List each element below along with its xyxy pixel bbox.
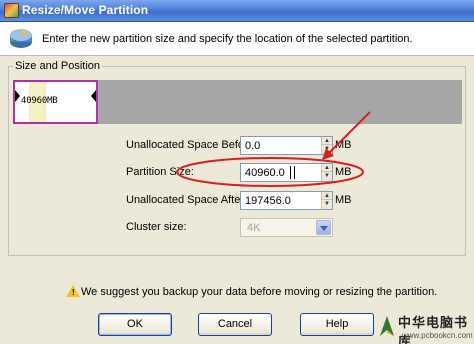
cancel-button[interactable]: Cancel — [198, 313, 272, 336]
partition-block[interactable]: 40960MB — [13, 80, 98, 124]
after-unit: MB — [335, 194, 352, 206]
chevron-down-icon — [320, 226, 328, 231]
disk-map[interactable]: 40960MB — [13, 80, 462, 124]
cluster-size-select[interactable]: 4K — [240, 218, 333, 237]
resize-handle-right[interactable] — [91, 90, 96, 102]
size-unit: MB — [335, 166, 352, 178]
text-cursor-icon — [290, 166, 295, 179]
spin-down-icon[interactable]: ▼ — [322, 172, 332, 180]
before-label: Unallocated Space Before: — [126, 139, 257, 151]
warning-text: We suggest you backup your data before m… — [81, 286, 438, 298]
cluster-label: Cluster size: — [126, 221, 187, 233]
after-spinbox[interactable]: 197456.0 ▲ ▼ — [240, 191, 333, 210]
ok-button[interactable]: OK — [98, 313, 172, 336]
title-bar[interactable]: Resize/Move Partition — [0, 0, 474, 22]
window-title: Resize/Move Partition — [22, 3, 149, 17]
size-spin-buttons[interactable]: ▲ ▼ — [321, 164, 332, 181]
spin-up-icon[interactable]: ▲ — [322, 164, 332, 172]
before-spinbox[interactable]: 0.0 ▲ ▼ — [240, 136, 333, 155]
cluster-size-value: 4K — [247, 222, 261, 234]
size-value[interactable]: 40960.0 — [245, 167, 285, 179]
dropdown-button[interactable] — [316, 220, 331, 235]
size-spinbox[interactable]: 40960.0 ▲ ▼ — [240, 163, 333, 182]
partition-size-label: 40960MB — [21, 96, 58, 106]
size-label: Partition Size: — [126, 166, 194, 178]
after-value[interactable]: 197456.0 — [245, 195, 291, 207]
group-label: Size and Position — [13, 60, 102, 72]
watermark-logo-icon — [380, 316, 394, 336]
spin-down-icon[interactable]: ▼ — [322, 145, 332, 153]
watermark: 中华电脑书库 www.pcbookcn.com — [376, 312, 473, 344]
partition-resize-icon — [10, 29, 32, 48]
dialog-header: Enter the new partition size and specify… — [0, 22, 474, 56]
spin-up-icon[interactable]: ▲ — [322, 192, 332, 200]
instruction-text: Enter the new partition size and specify… — [42, 33, 413, 45]
after-label: Unallocated Space After: — [126, 194, 248, 206]
before-unit: MB — [335, 139, 352, 151]
before-value[interactable]: 0.0 — [245, 140, 260, 152]
watermark-url: www.pcbookcn.com — [402, 331, 473, 340]
spin-up-icon[interactable]: ▲ — [322, 137, 332, 145]
resize-handle-left[interactable] — [15, 90, 20, 102]
warning-mark: ! — [72, 288, 75, 297]
spin-down-icon[interactable]: ▼ — [322, 200, 332, 208]
resize-move-dialog: Resize/Move Partition Enter the new part… — [0, 0, 474, 344]
app-icon — [4, 3, 19, 18]
help-button[interactable]: Help — [300, 313, 374, 336]
size-position-group: Size and Position 40960MB — [8, 60, 466, 256]
after-spin-buttons[interactable]: ▲ ▼ — [321, 192, 332, 209]
before-spin-buttons[interactable]: ▲ ▼ — [321, 137, 332, 154]
